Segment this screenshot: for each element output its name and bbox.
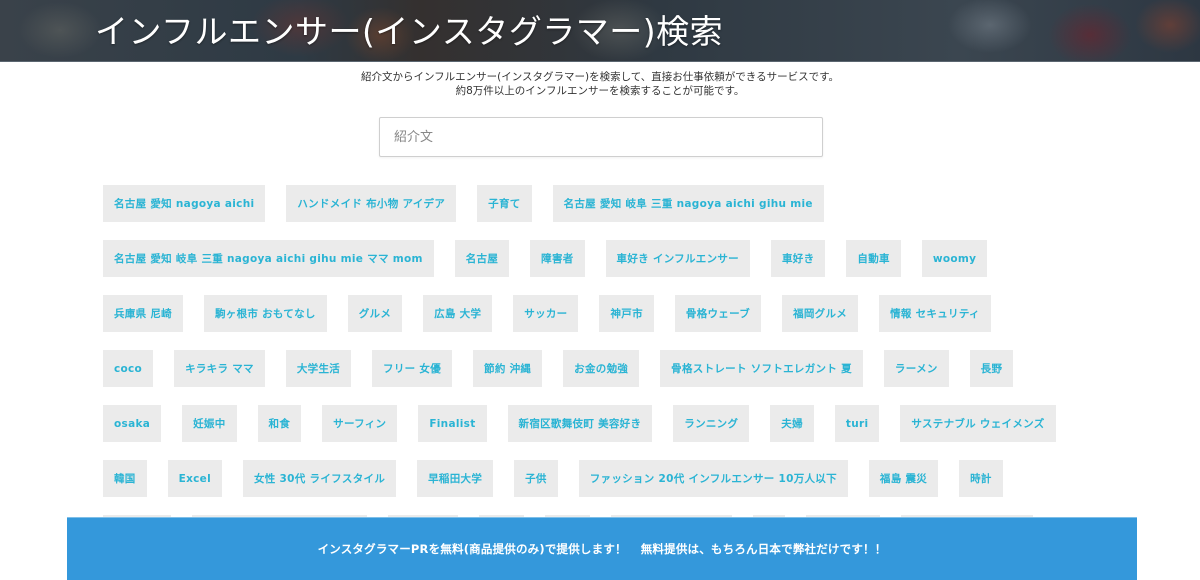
- hero-header: インフルエンサー(インスタグラマー)検索: [0, 0, 1200, 62]
- tag-link[interactable]: サッカー: [513, 295, 579, 332]
- tag-link[interactable]: turi: [834, 405, 880, 442]
- tag-link[interactable]: ファッション 20代 インフルエンサー 10万人以下: [578, 460, 848, 497]
- tag-link[interactable]: 名古屋 愛知 岐阜 三重 nagoya aichi gihu mie: [552, 185, 824, 222]
- tag-link[interactable]: 節約 沖縄: [473, 350, 543, 387]
- tag-link[interactable]: 福島 震災: [868, 460, 939, 497]
- tag-link[interactable]: 自動車: [846, 240, 901, 277]
- tag-link[interactable]: 情報 セキュリティ: [879, 295, 991, 332]
- tag-link[interactable]: 兵庫県 尼崎: [103, 295, 183, 332]
- tag-link[interactable]: 車好き: [771, 240, 826, 277]
- tag-link[interactable]: キラキラ ママ: [174, 350, 265, 387]
- tag-row: 名古屋 愛知 nagoya aichi ハンドメイド 布小物 アイデア 子育て 名古屋…: [103, 185, 1103, 222]
- tag-link[interactable]: 新宿区歌舞伎町 美容好き: [507, 405, 653, 442]
- intro-line-1: 紹介文からインフルエンサー(インスタグラマー)を検索して、直接お仕事依頼ができる…: [360, 71, 840, 83]
- tag-link[interactable]: 神戸市: [599, 295, 654, 332]
- tag-link[interactable]: 骨格ストレート ソフトエレガント 夏: [660, 350, 863, 387]
- tag-row: coco キラキラ ママ 大学生活 フリー 女優 節約 沖縄 お金の勉強 骨格ストレート ソ…: [103, 350, 1103, 387]
- tag-link[interactable]: ランニング: [673, 405, 750, 442]
- tag-link[interactable]: 名古屋 愛知 岐阜 三重 nagoya aichi gihu mie ママ mo…: [103, 240, 434, 277]
- tag-link[interactable]: 障害者: [530, 240, 585, 277]
- tag-link[interactable]: 広島 大学: [423, 295, 493, 332]
- tag-link[interactable]: 福岡グルメ: [782, 295, 859, 332]
- tag-link[interactable]: 和食: [257, 405, 302, 442]
- tag-link[interactable]: ラーメン: [883, 350, 949, 387]
- tag-link[interactable]: 車好き インフルエンサー: [605, 240, 750, 277]
- tag-row: 名古屋 愛知 岐阜 三重 nagoya aichi gihu mie ママ mo…: [103, 240, 1103, 277]
- tag-link[interactable]: お金の勉強: [563, 350, 640, 387]
- tag-row: osaka 妊娠中 和食 サーフィン Finalist 新宿区歌舞伎町 美容好き ランニング…: [103, 405, 1103, 442]
- tag-link[interactable]: 骨格ウェーブ: [674, 295, 762, 332]
- tag-cloud: 名古屋 愛知 nagoya aichi ハンドメイド 布小物 アイデア 子育て 名古屋…: [103, 185, 1103, 515]
- tag-link[interactable]: 大学生活: [285, 350, 352, 387]
- tag-link[interactable]: 女性 30代 ライフスタイル: [243, 460, 397, 497]
- intro-text: 紹介文からインフルエンサー(インスタグラマー)を検索して、直接お仕事依頼ができる…: [0, 70, 1200, 98]
- tag-link[interactable]: グルメ: [347, 295, 403, 332]
- tag-link[interactable]: osaka: [103, 405, 162, 442]
- tag-link[interactable]: 子供: [514, 460, 558, 497]
- tag-link[interactable]: フリー 女優: [372, 350, 453, 387]
- tag-row: 兵庫県 尼崎 駒ヶ根市 おもてなし グルメ 広島 大学 サッカー 神戸市 骨格ウェーブ 福岡グ…: [103, 295, 1103, 332]
- tag-link[interactable]: 名古屋 愛知 nagoya aichi: [103, 185, 266, 222]
- search-box: [379, 117, 823, 157]
- tag-link[interactable]: サーフィン: [322, 405, 398, 442]
- tag-link[interactable]: coco: [103, 350, 154, 387]
- tag-link[interactable]: 早稲田大学: [417, 460, 494, 497]
- page-title: インフルエンサー(インスタグラマー)検索: [95, 12, 724, 51]
- promo-banner-text-1: インスタグラマーPRを無料(商品提供のみ)で提供します！: [317, 542, 627, 556]
- tag-link[interactable]: woomy: [921, 240, 988, 277]
- tag-link[interactable]: 夫婦: [770, 405, 814, 442]
- tag-link[interactable]: ハンドメイド 布小物 アイデア: [286, 185, 457, 222]
- tag-link[interactable]: Finalist: [418, 405, 487, 442]
- intro-line-2: 約8万件以上のインフルエンサーを検索することが可能です。: [455, 85, 745, 97]
- tag-link[interactable]: 妊娠中: [182, 405, 237, 442]
- tag-link[interactable]: 駒ヶ根市 おもてなし: [203, 295, 327, 332]
- tag-link[interactable]: 韓国: [103, 460, 147, 497]
- tag-row: 韓国 Excel 女性 30代 ライフスタイル 早稲田大学 子供 ファッション 20代 イ…: [103, 460, 1103, 497]
- search-input[interactable]: [380, 118, 822, 156]
- tag-link[interactable]: サステナブル ウェイメンズ: [900, 405, 1056, 442]
- tag-link[interactable]: 子育て: [477, 185, 532, 222]
- tag-link[interactable]: 時計: [959, 460, 1003, 497]
- promo-banner-text-2: 無料提供は、もちろん日本で弊社だけです！！: [640, 542, 887, 556]
- tag-link[interactable]: 長野: [969, 350, 1014, 387]
- tag-link[interactable]: Excel: [167, 460, 222, 497]
- promo-banner[interactable]: インスタグラマーPRを無料(商品提供のみ)で提供します！ 無料提供は、もちろん日…: [67, 517, 1137, 580]
- tag-link[interactable]: 名古屋: [454, 240, 510, 277]
